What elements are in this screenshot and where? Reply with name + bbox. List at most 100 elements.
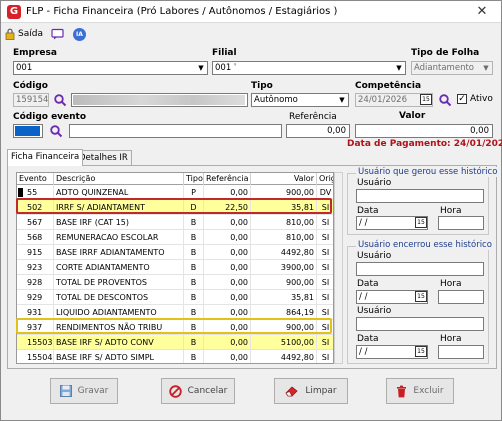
cell-evento: 55 — [17, 185, 54, 200]
chevron-down-icon: ▼ — [396, 64, 402, 72]
cell-referencia: 0,00 — [204, 275, 251, 290]
table-scrollbar[interactable] — [334, 172, 343, 364]
history-closed-date2-field[interactable]: / / 15 — [356, 345, 428, 359]
col-origem[interactable]: Origem — [317, 173, 333, 185]
ativo-checkbox[interactable]: ✓ — [457, 94, 467, 104]
referencia-label: Referência — [289, 112, 337, 122]
cell-origem: SI — [317, 245, 333, 260]
cell-evento: 567 — [17, 215, 54, 230]
history-closed-hour-field[interactable] — [438, 290, 484, 304]
chevron-down-icon: ▼ — [339, 96, 345, 104]
cell-origem: SI — [317, 200, 333, 215]
history-closed-date-field[interactable]: / / 15 — [356, 290, 428, 304]
table-row[interactable]: 567 BASE IRF (CAT 15) B 0,00 810,00 SI — [17, 215, 333, 230]
table-row[interactable]: 15504 BASE IRF S/ ADTO SIMPL B 0,00 4492,80 S… — [17, 350, 333, 363]
codigo-evento-selection — [15, 126, 40, 136]
tipo-select[interactable]: Autônomo ▼ — [251, 93, 349, 107]
cell-evento: 15503 — [17, 335, 54, 350]
history-created-user-field[interactable] — [356, 189, 484, 203]
codigo-evento-field[interactable] — [13, 124, 43, 138]
cell-valor: 900,00 — [251, 185, 317, 200]
table-row[interactable]: 55 ADTO QUINZENAL P 0,00 900,00 DV — [17, 185, 333, 200]
cell-referencia: 0,00 — [204, 245, 251, 260]
message-button[interactable] — [51, 27, 64, 41]
delete-button[interactable]: Excluir — [386, 378, 454, 404]
calendar-icon[interactable]: 15 — [415, 291, 427, 302]
cell-evento: 937 — [17, 320, 54, 335]
cell-tipo: B — [184, 215, 204, 230]
cell-valor: 5100,00 — [251, 335, 317, 350]
history-created-hour-label: Hora — [440, 206, 462, 216]
close-button[interactable]: ✕ — [465, 2, 499, 21]
search-icon[interactable] — [53, 93, 67, 107]
cell-tipo: B — [184, 350, 204, 363]
save-label: Gravar — [77, 386, 109, 396]
calendar-icon[interactable]: 15 — [415, 346, 427, 357]
evento-descricao-field[interactable] — [69, 124, 282, 138]
col-tipo[interactable]: Tipo — [184, 173, 204, 185]
cell-referencia: 0,00 — [204, 305, 251, 320]
table-row[interactable]: 915 BASE IRRF ADIANTAMENTO B 0,00 4492,80 SI — [17, 245, 333, 260]
exit-button[interactable]: Saída — [5, 27, 43, 41]
resize-grip[interactable] — [489, 408, 499, 418]
tipo-folha-select[interactable]: Adiantamento ▼ — [411, 61, 493, 75]
cell-origem: SI — [317, 350, 333, 363]
clear-button[interactable]: Limpar — [274, 378, 348, 404]
cancel-button[interactable]: Cancelar — [161, 378, 235, 404]
nome-field[interactable] — [71, 93, 248, 107]
cell-descricao: TOTAL DE PROVENTOS — [54, 275, 184, 290]
history-closed-user2-field[interactable] — [356, 317, 484, 331]
save-button[interactable]: Gravar — [50, 378, 118, 404]
table-row[interactable]: 928 TOTAL DE PROVENTOS B 0,00 900,00 SI — [17, 275, 333, 290]
history-closed-user-field[interactable] — [356, 262, 484, 276]
codigo-evento-label: Código evento — [13, 112, 87, 122]
cell-descricao: BASE IRF S/ ADTO SIMPL — [54, 350, 184, 363]
table-row[interactable]: 931 LIQUIDO ADIANTAMENTO B 0,00 864,19 SI — [17, 305, 333, 320]
col-valor[interactable]: Valor — [251, 173, 317, 185]
cell-valor: 4492,80 — [251, 245, 317, 260]
history-closed-hour2-field[interactable] — [438, 345, 484, 359]
referencia-field[interactable]: 0,00 — [286, 124, 350, 138]
table-row[interactable]: 929 TOTAL DE DESCONTOS B 0,00 35,81 SI — [17, 290, 333, 305]
competencia-field[interactable]: 24/01/2026 15 — [355, 93, 433, 107]
search-icon[interactable] — [49, 124, 63, 138]
tab-detalhes-ir[interactable]: Detalhes IR — [75, 150, 132, 165]
filial-select[interactable]: 001 ˈ ▼ — [212, 61, 406, 75]
cell-tipo: B — [184, 335, 204, 350]
calendar-icon[interactable]: 15 — [420, 94, 432, 105]
table-row[interactable]: 15503 BASE IRF S/ ADTO CONV B 0,00 5100,00 SI — [17, 335, 333, 350]
cell-valor: 864,19 — [251, 305, 317, 320]
cell-tipo: B — [184, 245, 204, 260]
col-referencia[interactable]: Referência — [204, 173, 251, 185]
col-evento[interactable]: Evento — [17, 173, 54, 185]
ia-button[interactable]: IA — [73, 27, 86, 41]
codigo-field[interactable]: 159154 — [13, 93, 49, 107]
cell-referencia: 0,00 — [204, 320, 251, 335]
history-closed-user-label: Usuário — [357, 251, 392, 261]
col-descricao[interactable]: Descrição — [54, 173, 184, 185]
cell-evento: 502 — [17, 200, 54, 215]
history-created-date-field[interactable]: / / 15 — [356, 216, 428, 230]
cell-origem: SI — [317, 260, 333, 275]
cell-origem: SI — [317, 290, 333, 305]
tab-ficha-financeira[interactable]: Ficha Financeira — [7, 149, 84, 166]
cell-tipo: B — [184, 290, 204, 305]
trash-icon — [397, 385, 407, 397]
cell-referencia: 0,00 — [204, 350, 251, 363]
valor-field[interactable]: 0,00 — [355, 124, 493, 138]
cell-origem: SI — [317, 230, 333, 245]
search-icon[interactable] — [438, 93, 452, 107]
cell-descricao: REMUNERACAO ESCOLAR — [54, 230, 184, 245]
calendar-icon[interactable]: 15 — [415, 217, 427, 228]
table-row[interactable]: 937 RENDIMENTOS NÃO TRIBU B 0,00 900,00 SI — [17, 320, 333, 335]
table-row[interactable]: 502 IRRF S/ ADIANTAMENT D 22,50 35,81 SI — [17, 200, 333, 215]
competencia-value: 24/01/2026 — [358, 95, 407, 105]
codigo-label: Código — [13, 81, 48, 91]
delete-label: Excluir — [413, 386, 444, 396]
table-row[interactable]: 568 REMUNERACAO ESCOLAR B 0,00 810,00 SI — [17, 230, 333, 245]
table-row[interactable]: 923 CORTE ADIANTAMENTO B 0,00 3900,00 SI — [17, 260, 333, 275]
history-created-hour-field[interactable] — [438, 216, 484, 230]
valor-label: Valor — [399, 111, 426, 121]
ia-icon: IA — [73, 27, 86, 41]
empresa-select[interactable]: 001 ▼ — [13, 61, 208, 75]
